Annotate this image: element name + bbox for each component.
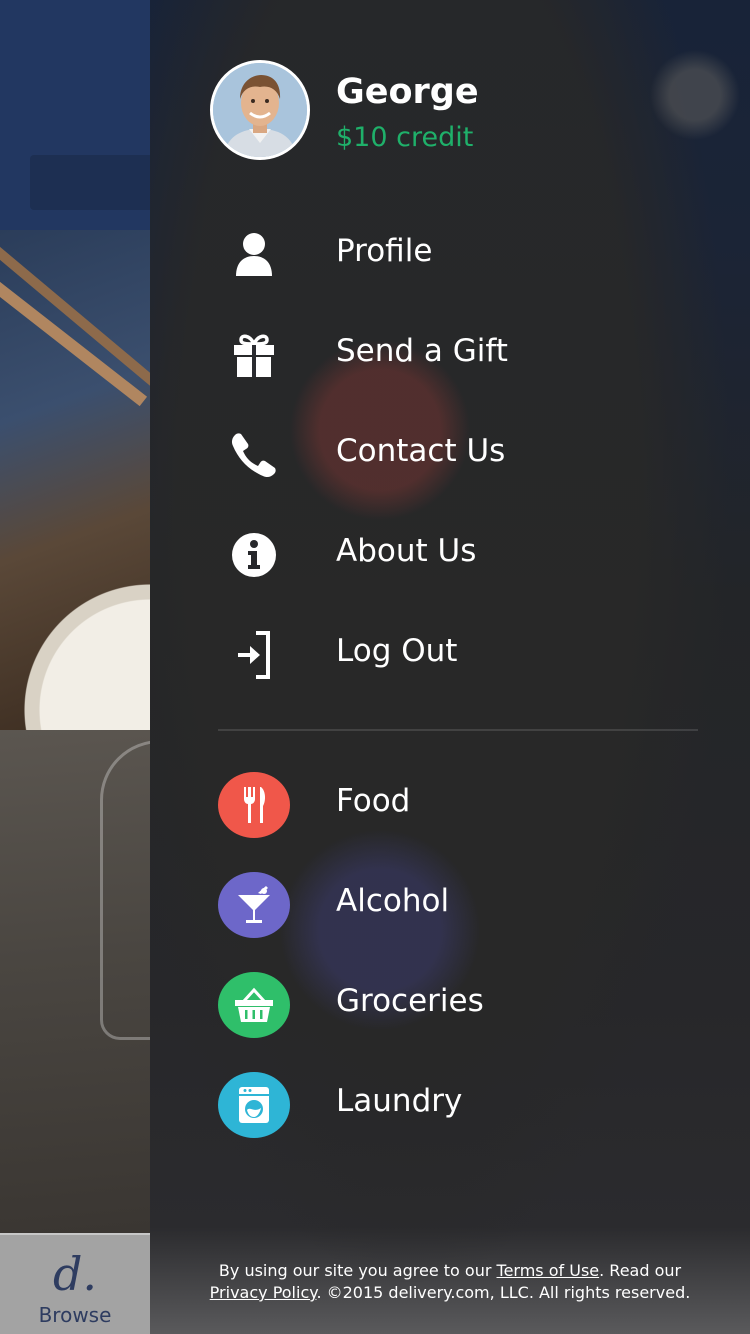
footer-text: . Read our <box>599 1261 682 1280</box>
profile-header[interactable]: George $10 credit <box>210 60 690 160</box>
privacy-policy-link[interactable]: Privacy Policy <box>210 1283 317 1302</box>
category-alcohol[interactable]: Alcohol <box>150 855 750 955</box>
background-search-bar <box>30 155 150 210</box>
legal-footer: By using our site you agree to our Terms… <box>150 1260 750 1304</box>
side-drawer: George $10 credit Profile Send a Gift Co… <box>150 0 750 1334</box>
menu-item-label: About Us <box>336 533 477 569</box>
menu-item-label: Contact Us <box>336 433 506 469</box>
phone-icon <box>226 431 282 479</box>
menu-item-send-gift[interactable]: Send a Gift <box>150 305 750 405</box>
info-icon <box>226 531 282 579</box>
category-label: Food <box>336 783 411 819</box>
background-app: d. Browse <box>0 0 150 1334</box>
basket-icon <box>218 972 290 1038</box>
fork-knife-icon <box>218 772 290 838</box>
user-icon <box>226 231 282 279</box>
washing-machine-icon <box>218 1072 290 1138</box>
tab-browse-label: Browse <box>38 1303 112 1327</box>
category-food[interactable]: Food <box>150 755 750 855</box>
footer-text: . ©2015 delivery.com, LLC. All rights re… <box>316 1283 691 1302</box>
user-name: George <box>336 72 479 112</box>
menu-item-label: Send a Gift <box>336 333 508 369</box>
gift-icon <box>226 331 282 379</box>
menu-item-label: Log Out <box>336 633 458 669</box>
category-groceries[interactable]: Groceries <box>150 955 750 1055</box>
glass-decoration <box>100 740 150 1040</box>
menu-item-profile[interactable]: Profile <box>150 205 750 305</box>
category-label: Alcohol <box>336 883 450 919</box>
category-label: Groceries <box>336 983 484 1019</box>
menu-divider <box>218 729 698 731</box>
tab-browse[interactable]: d. Browse <box>0 1233 150 1334</box>
menu-item-label: Profile <box>336 233 433 269</box>
cocktail-icon <box>218 872 290 938</box>
terms-of-use-link[interactable]: Terms of Use <box>497 1261 600 1280</box>
logout-icon <box>226 631 282 679</box>
category-laundry[interactable]: Laundry <box>150 1055 750 1155</box>
avatar[interactable] <box>210 60 310 160</box>
menu-item-about-us[interactable]: About Us <box>150 505 750 605</box>
menu-item-log-out[interactable]: Log Out <box>150 605 750 705</box>
user-credit: $10 credit <box>336 122 474 153</box>
footer-text: By using our site you agree to our <box>218 1261 497 1280</box>
menu-item-contact-us[interactable]: Contact Us <box>150 405 750 505</box>
delivery-logo: d. <box>52 1247 98 1301</box>
category-label: Laundry <box>336 1083 463 1119</box>
